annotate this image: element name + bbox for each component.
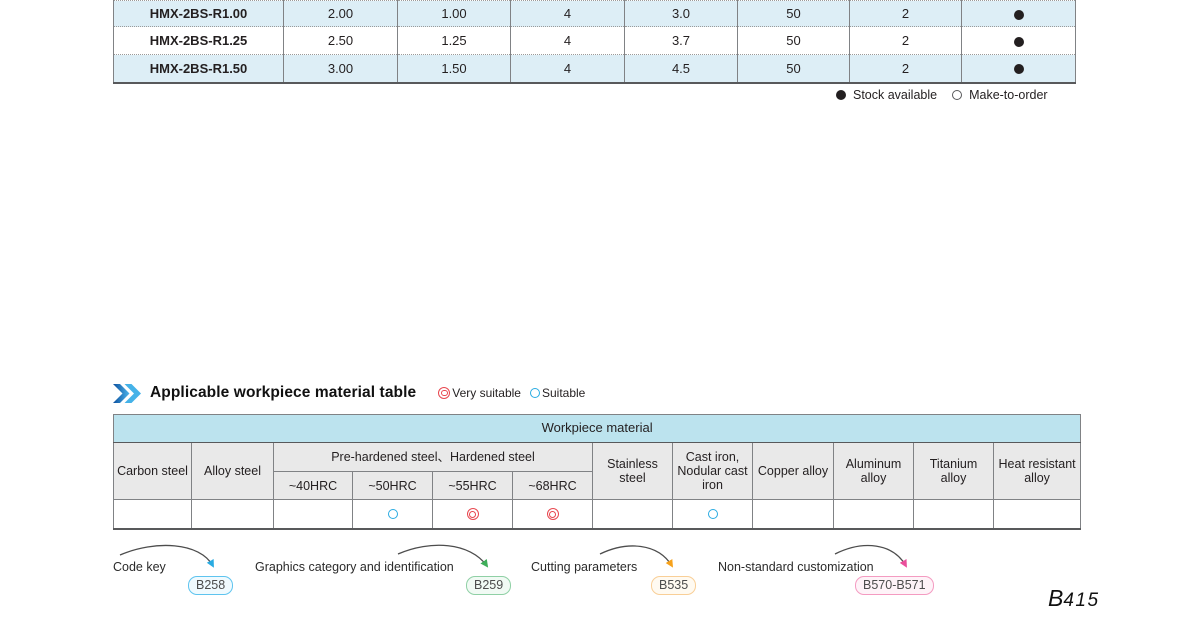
rating-cell-stainless <box>593 500 673 529</box>
value-cell: 3.0 <box>625 1 738 27</box>
model-cell: HMX-2BS-R1.00 <box>114 1 284 27</box>
value-cell: 1.00 <box>398 1 511 27</box>
stock-cell <box>962 1 1076 27</box>
value-cell: 4 <box>511 55 625 83</box>
suitable-icon <box>708 509 718 519</box>
value-cell: 4.5 <box>625 55 738 83</box>
rating-cell-aluminum <box>834 500 914 529</box>
value-cell: 3.7 <box>625 27 738 55</box>
value-cell: 2 <box>850 27 962 55</box>
stock-available-icon <box>1014 37 1024 47</box>
suitability-legend: Very suitable Suitable <box>430 386 585 400</box>
value-cell: 4 <box>511 27 625 55</box>
value-cell: 50 <box>738 27 850 55</box>
value-cell: 1.50 <box>398 55 511 83</box>
rating-cell-copper <box>753 500 834 529</box>
value-cell: 50 <box>738 55 850 83</box>
column-header-carbon-steel: Carbon steel <box>114 443 192 500</box>
value-cell: 2.00 <box>284 1 398 27</box>
column-header-cast-iron: Cast iron, Nodular cast iron <box>673 443 753 500</box>
stock-available-label: Stock available <box>853 88 937 102</box>
double-chevron-icon <box>113 384 141 403</box>
rating-cell-alloy <box>192 500 274 529</box>
very-suitable-icon <box>438 387 450 399</box>
rating-cell-50hrc <box>353 500 433 529</box>
cutting-parameters-label: Cutting parameters <box>531 560 637 574</box>
make-to-order-icon <box>952 90 962 100</box>
column-group-prehardened-hardened: Pre-hardened steel、Hardened steel <box>274 443 593 472</box>
page-number-value: 415 <box>1063 590 1099 611</box>
value-cell: 2 <box>850 1 962 27</box>
column-header-heat-resistant-alloy: Heat resistant alloy <box>994 443 1081 500</box>
column-header-alloy-steel: Alloy steel <box>192 443 274 500</box>
stock-available-icon <box>1014 64 1024 74</box>
page-ref-badge-b258[interactable]: B258 <box>188 576 233 595</box>
section-heading: Applicable workpiece material table Very… <box>113 382 585 404</box>
graphics-category-label: Graphics category and identification <box>255 560 454 574</box>
value-cell: 3.00 <box>284 55 398 83</box>
rating-cell-40hrc <box>274 500 353 529</box>
rating-cell-cast-iron <box>673 500 753 529</box>
code-key-label: Code key <box>113 560 166 574</box>
stock-cell <box>962 55 1076 83</box>
workpiece-material-table: Workpiece material Carbon steel Alloy st… <box>113 414 1081 530</box>
rating-cell-carbon <box>114 500 192 529</box>
make-to-order-label: Make-to-order <box>969 88 1048 102</box>
page-ref-badge-b570-b571[interactable]: B570-B571 <box>855 576 934 595</box>
model-cell: HMX-2BS-R1.25 <box>114 27 284 55</box>
stock-cell <box>962 27 1076 55</box>
value-cell: 2.50 <box>284 27 398 55</box>
table-row: HMX-2BS-R1.00 2.00 1.00 4 3.0 50 2 <box>114 1 1076 27</box>
page-number-prefix: B <box>1048 585 1063 611</box>
column-header-copper-alloy: Copper alloy <box>753 443 834 500</box>
column-header-aluminum-alloy: Aluminum alloy <box>834 443 914 500</box>
value-cell: 2 <box>850 55 962 83</box>
value-cell: 50 <box>738 1 850 27</box>
page-number: B415 <box>1048 585 1100 612</box>
suitable-label: Suitable <box>542 386 585 400</box>
non-standard-customization-label: Non-standard customization <box>718 560 874 574</box>
column-header-titanium-alloy: Titanium alloy <box>914 443 994 500</box>
stock-available-icon <box>1014 10 1024 20</box>
product-table: HMX-2BS-R1.00 2.00 1.00 4 3.0 50 2 HMX-2… <box>113 0 1076 84</box>
very-suitable-icon <box>467 508 479 520</box>
stock-available-icon <box>836 90 846 100</box>
value-cell: 4 <box>511 1 625 27</box>
column-header-40hrc: ~40HRC <box>274 472 353 500</box>
column-header-stainless-steel: Stainless steel <box>593 443 673 500</box>
rating-cell-55hrc <box>433 500 513 529</box>
very-suitable-icon <box>547 508 559 520</box>
rating-cell-titanium <box>914 500 994 529</box>
stock-legend: Stock available Make-to-order <box>836 88 1078 102</box>
page-ref-badge-b535[interactable]: B535 <box>651 576 696 595</box>
rating-cell-68hrc <box>513 500 593 529</box>
rating-cell-heat-resistant <box>994 500 1081 529</box>
column-header-50hrc: ~50HRC <box>353 472 433 500</box>
catalog-page: HMX-2BS-R1.00 2.00 1.00 4 3.0 50 2 HMX-2… <box>0 0 1187 624</box>
model-cell: HMX-2BS-R1.50 <box>114 55 284 83</box>
table-row: HMX-2BS-R1.25 2.50 1.25 4 3.7 50 2 <box>114 27 1076 55</box>
very-suitable-label: Very suitable <box>452 386 521 400</box>
suitable-icon <box>388 509 398 519</box>
table-row: HMX-2BS-R1.50 3.00 1.50 4 4.5 50 2 <box>114 55 1076 83</box>
column-header-55hrc: ~55HRC <box>433 472 513 500</box>
suitable-icon <box>530 388 540 398</box>
section-title: Applicable workpiece material table <box>150 384 416 402</box>
page-ref-badge-b259[interactable]: B259 <box>466 576 511 595</box>
workpiece-material-header: Workpiece material <box>114 415 1081 443</box>
column-header-68hrc: ~68HRC <box>513 472 593 500</box>
value-cell: 1.25 <box>398 27 511 55</box>
